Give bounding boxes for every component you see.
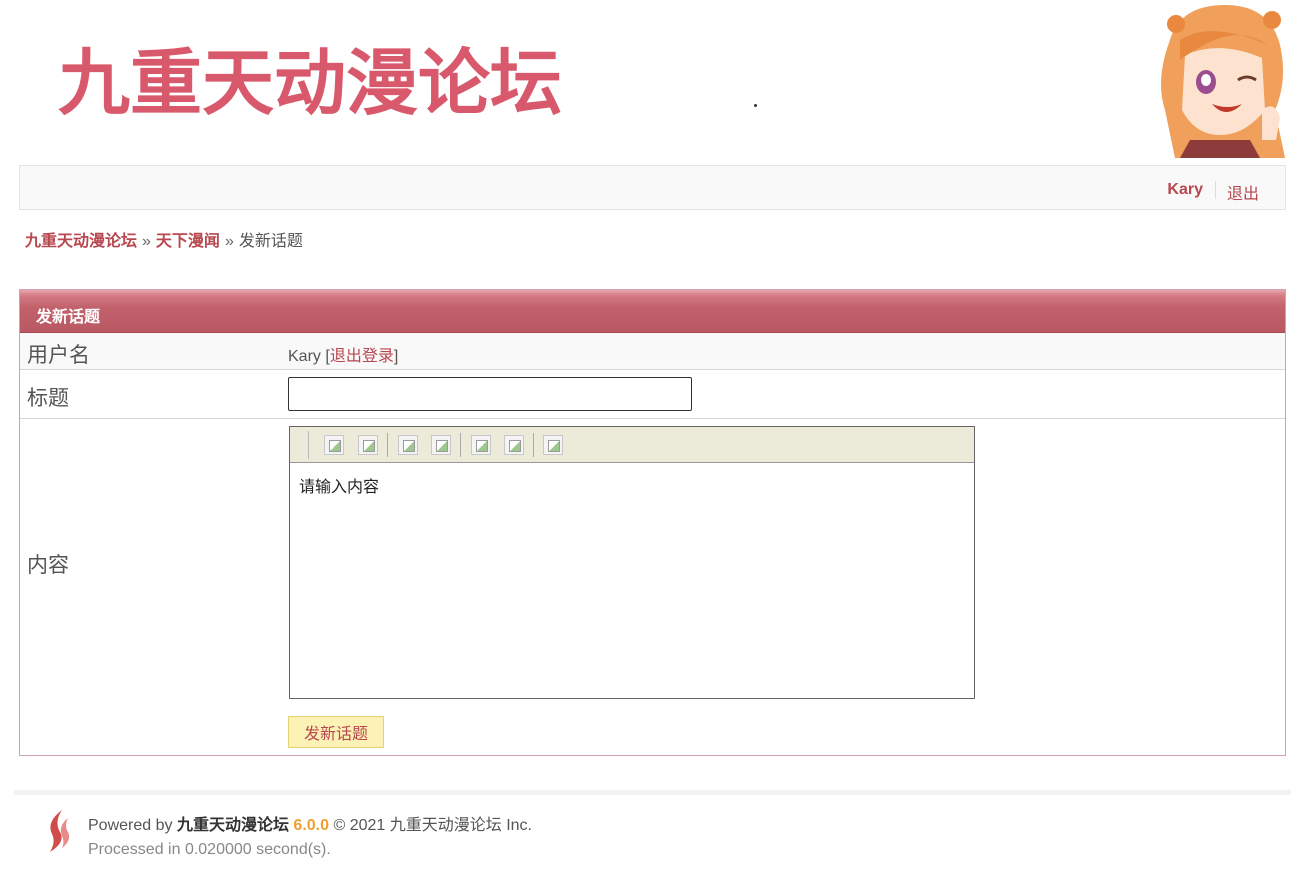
bold-icon[interactable] xyxy=(324,435,344,455)
footer-powered-line: Powered by 九重天动漫论坛 6.0.0 © 2021 九重天动漫论坛 … xyxy=(88,814,532,838)
username-row: 用户名 Kary [退出登录] xyxy=(20,333,1285,370)
content-row: 内容 请输入内容 发新话题 xyxy=(20,419,1285,755)
footer-version: 6.0.0 xyxy=(293,817,330,834)
breadcrumb-separator: » xyxy=(224,233,234,250)
breadcrumb-current: 发新话题 xyxy=(238,233,303,250)
logout-link[interactable]: 退出 xyxy=(1227,180,1259,204)
unlink-icon[interactable] xyxy=(431,435,451,455)
footer-logo-icon xyxy=(50,810,70,852)
user-bar: Kary 退出 xyxy=(19,165,1286,210)
breadcrumb-home[interactable]: 九重天动漫论坛 xyxy=(25,233,137,250)
new-topic-form: 发新话题 用户名 Kary [退出登录] 标题 内容 请输入内容 发新话题 xyxy=(19,289,1286,756)
toolbar-grip xyxy=(308,431,309,459)
breadcrumb-separator: » xyxy=(142,233,151,250)
site-logo-text: 九重天动漫论坛 xyxy=(58,41,562,125)
footer-processed: Processed in 0.020000 second(s). xyxy=(88,841,331,858)
link-icon[interactable] xyxy=(398,435,418,455)
footer-text: Powered by 九重天动漫论坛 6.0.0 © 2021 九重天动漫论坛 … xyxy=(88,814,532,862)
quote-icon[interactable] xyxy=(504,435,524,455)
header: 九重天动漫论坛 xyxy=(0,0,1305,160)
form-title: 发新话题 xyxy=(20,290,1285,333)
content-label: 内容 xyxy=(27,554,69,577)
footer-powered-by: Powered by xyxy=(88,817,173,834)
image-icon[interactable] xyxy=(471,435,491,455)
breadcrumb: 九重天动漫论坛» 天下漫闻» 发新话题 xyxy=(25,227,303,251)
username-text: Kary xyxy=(288,348,321,365)
bracket-close: ] xyxy=(393,348,399,365)
footer-brand[interactable]: 九重天动漫论坛 xyxy=(177,817,289,834)
content-editor[interactable]: 请输入内容 xyxy=(289,426,975,699)
subject-row: 标题 xyxy=(20,370,1285,419)
username-link[interactable]: Kary xyxy=(1167,181,1203,199)
logout-login-link[interactable]: 退出登录 xyxy=(330,348,394,365)
breadcrumb-forum[interactable]: 天下漫闻 xyxy=(156,233,220,250)
toolbar-separator xyxy=(533,433,534,457)
username-label: 用户名 xyxy=(27,344,90,367)
subject-input[interactable] xyxy=(288,377,692,411)
italic-icon[interactable] xyxy=(358,435,378,455)
userbar-divider xyxy=(1215,181,1216,199)
toolbar-separator xyxy=(460,433,461,457)
toolbar-separator xyxy=(387,433,388,457)
editor-text-area[interactable]: 请输入内容 xyxy=(299,473,379,497)
mascot-image xyxy=(1161,5,1285,158)
code-icon[interactable] xyxy=(543,435,563,455)
footer-copyright: © 2021 九重天动漫论坛 Inc. xyxy=(333,817,532,834)
subject-label: 标题 xyxy=(27,387,69,410)
username-value: Kary [退出登录] xyxy=(288,342,398,366)
header-dot xyxy=(754,104,757,107)
site-logo[interactable]: 九重天动漫论坛 xyxy=(58,30,568,125)
footer-divider xyxy=(14,790,1291,795)
editor-toolbar xyxy=(290,427,974,463)
submit-topic-button[interactable]: 发新话题 xyxy=(288,716,384,748)
